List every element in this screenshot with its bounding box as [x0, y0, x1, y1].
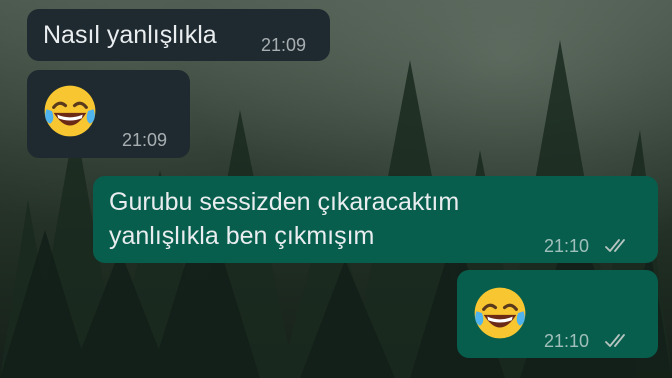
incoming-message-bubble[interactable]: Nasıl yanlışlıkla 21:09 — [27, 9, 330, 61]
incoming-emoji-bubble[interactable]: 21:09 — [27, 70, 190, 158]
read-double-check-icon — [605, 239, 625, 252]
message-time: 21:09 — [122, 130, 168, 150]
message-text-line-1: Gurubu sessizden çıkaracaktım — [109, 188, 460, 216]
outgoing-message-bubble[interactable]: Gurubu sessizden çıkaracaktım yanlışlıkl… — [93, 176, 658, 263]
tears-of-joy-emoji-icon — [474, 287, 526, 339]
message-text: Nasıl yanlışlıkla — [43, 21, 217, 49]
outgoing-emoji-bubble[interactable]: 21:10 — [457, 270, 658, 358]
message-text-line-2: yanlışlıkla ben çıkmışım — [109, 222, 375, 250]
message-time: 21:09 — [261, 35, 307, 55]
message-time: 21:10 — [544, 331, 590, 351]
message-time: 21:10 — [544, 236, 590, 256]
tears-of-joy-emoji-icon — [44, 85, 96, 137]
read-double-check-icon — [605, 334, 625, 347]
